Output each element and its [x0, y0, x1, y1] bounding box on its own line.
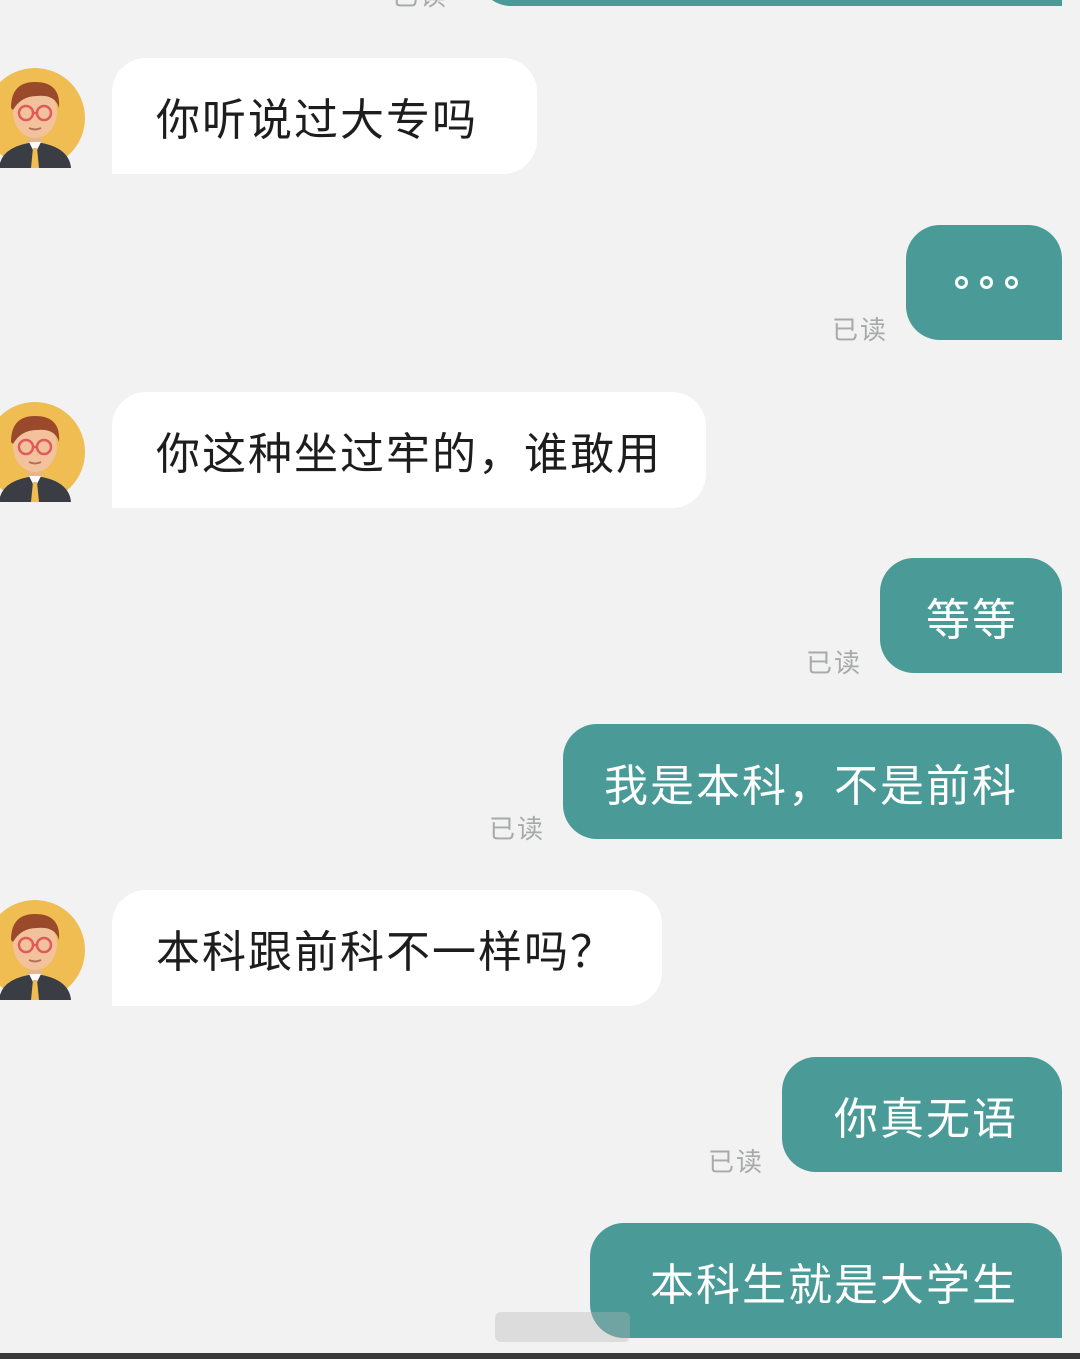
chat-view: 已读 你听说过大专吗 已读: [0, 0, 1080, 1359]
message-bubble-outgoing[interactable]: [906, 225, 1062, 340]
message-bubble-incoming[interactable]: 本科跟前科不一样吗？: [112, 890, 662, 1006]
contact-avatar[interactable]: [0, 68, 85, 168]
message-bubble-outgoing[interactable]: 本科生就是大学生: [590, 1223, 1062, 1338]
message-bubble-outgoing[interactable]: 你真无语: [782, 1057, 1062, 1172]
message-bubble-outgoing[interactable]: 我是本科，不是前科: [563, 724, 1062, 839]
avatar-icon: [0, 900, 85, 1000]
read-receipt: 已读: [806, 649, 863, 679]
message-text: 本科生就是大学生: [650, 1259, 1018, 1311]
ellipsis-icon: [955, 276, 1018, 289]
message-text: 本科跟前科不一样吗？: [156, 927, 616, 978]
message-bubble-incoming[interactable]: 你这种坐过牢的，谁敢用: [112, 392, 706, 508]
message-bubble-incoming[interactable]: 你听说过大专吗: [112, 58, 537, 174]
read-receipt: 已读: [489, 815, 546, 845]
message-bubble-outgoing-partial[interactable]: [478, 0, 1062, 6]
avatar-icon: [0, 402, 85, 502]
message-text: 你听说过大专吗: [156, 95, 478, 146]
read-receipt: 已读: [708, 1148, 765, 1178]
avatar-icon: [0, 68, 85, 168]
read-receipt-partial: 已读: [392, 0, 448, 13]
contact-avatar[interactable]: [0, 402, 85, 502]
message-text: 我是本科，不是前科: [604, 760, 1018, 812]
contact-avatar[interactable]: [0, 900, 85, 1000]
message-text: 你这种坐过牢的，谁敢用: [156, 429, 662, 480]
watermark: [495, 1312, 630, 1342]
message-text: 等等: [926, 594, 1018, 646]
message-text: 你真无语: [834, 1093, 1018, 1145]
message-bubble-outgoing[interactable]: 等等: [880, 558, 1062, 673]
read-receipt: 已读: [832, 316, 889, 346]
bottom-edge-bar: [0, 1353, 1080, 1359]
